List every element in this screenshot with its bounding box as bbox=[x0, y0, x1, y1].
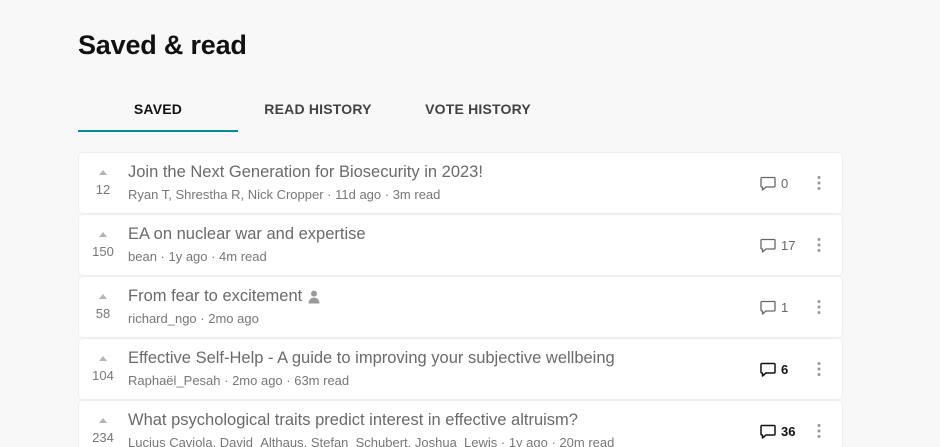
upvote-icon[interactable] bbox=[99, 356, 107, 361]
more-options-button[interactable] bbox=[811, 296, 827, 318]
post-meta: Raphaël_Pesah · 2mo ago · 63m read bbox=[128, 373, 350, 388]
vertical-ellipsis-icon bbox=[817, 176, 821, 190]
upvote-icon[interactable] bbox=[99, 294, 107, 299]
post-meta: Lucius Caviola, David_Althaus, Stefan_Sc… bbox=[128, 435, 615, 447]
post-title-link[interactable]: From fear to excitement bbox=[128, 287, 320, 306]
comments-count-button[interactable]: 36 bbox=[760, 423, 795, 439]
tab-vote-history[interactable]: VOTE HISTORY bbox=[398, 86, 558, 132]
comment-bubble-icon bbox=[760, 424, 776, 439]
vote-widget: 104 bbox=[79, 339, 127, 399]
vote-widget: 12 bbox=[79, 153, 127, 213]
comments-count-button[interactable]: 17 bbox=[760, 237, 795, 253]
post-item: 150 EA on nuclear war and expertise bean… bbox=[79, 215, 842, 275]
person-icon bbox=[308, 290, 320, 304]
post-meta: Ryan T, Shrestha R, Nick Cropper · 11d a… bbox=[128, 187, 441, 202]
post-title-text: From fear to excitement bbox=[128, 287, 303, 305]
karma-score: 12 bbox=[95, 182, 111, 197]
comment-bubble-icon bbox=[760, 300, 776, 315]
post-list: 12 Join the Next Generation for Biosecur… bbox=[79, 153, 842, 447]
vertical-ellipsis-icon bbox=[817, 424, 821, 438]
tab-read-history[interactable]: READ HISTORY bbox=[238, 86, 398, 132]
post-title-link[interactable]: Join the Next Generation for Biosecurity… bbox=[128, 163, 483, 182]
comments-count: 0 bbox=[781, 175, 789, 191]
upvote-icon[interactable] bbox=[99, 232, 107, 237]
comments-count: 17 bbox=[781, 237, 796, 253]
upvote-icon[interactable] bbox=[99, 418, 107, 423]
post-title-link[interactable]: What psychological traits predict intere… bbox=[128, 411, 578, 430]
tab-saved[interactable]: SAVED bbox=[78, 86, 238, 132]
vote-widget: 234 bbox=[79, 401, 127, 447]
post-title-link[interactable]: Effective Self-Help - A guide to improvi… bbox=[128, 349, 615, 368]
comments-count: 36 bbox=[781, 423, 796, 439]
vertical-ellipsis-icon bbox=[817, 362, 821, 376]
post-item: 234 What psychological traits predict in… bbox=[79, 401, 842, 447]
comment-bubble-icon bbox=[760, 176, 776, 191]
comment-bubble-icon bbox=[760, 238, 776, 253]
more-options-button[interactable] bbox=[811, 234, 827, 256]
tab-bar: SAVED READ HISTORY VOTE HISTORY bbox=[78, 86, 558, 132]
comment-bubble-icon bbox=[760, 362, 776, 377]
karma-score: 150 bbox=[92, 244, 114, 259]
karma-score: 234 bbox=[92, 430, 114, 445]
more-options-button[interactable] bbox=[811, 358, 827, 380]
vote-widget: 58 bbox=[79, 277, 127, 337]
comments-count-button[interactable]: 6 bbox=[760, 361, 788, 377]
page-title: Saved & read bbox=[78, 30, 247, 60]
vertical-ellipsis-icon bbox=[817, 238, 821, 252]
vertical-ellipsis-icon bbox=[817, 300, 821, 314]
comments-count: 1 bbox=[781, 299, 789, 315]
comments-count: 6 bbox=[781, 361, 789, 377]
post-meta: richard_ngo · 2mo ago bbox=[128, 311, 259, 326]
comments-count-button[interactable]: 0 bbox=[760, 175, 788, 191]
more-options-button[interactable] bbox=[811, 172, 827, 194]
saved-and-read-page: Saved & read SAVED READ HISTORY VOTE HIS… bbox=[0, 0, 940, 447]
karma-score: 58 bbox=[95, 306, 111, 321]
post-item: 58 From fear to excitement richard_ngo ·… bbox=[79, 277, 842, 337]
more-options-button[interactable] bbox=[811, 420, 827, 442]
karma-score: 104 bbox=[92, 368, 114, 383]
comments-count-button[interactable]: 1 bbox=[760, 299, 788, 315]
post-item: 104 Effective Self-Help - A guide to imp… bbox=[79, 339, 842, 399]
upvote-icon[interactable] bbox=[99, 170, 107, 175]
post-item: 12 Join the Next Generation for Biosecur… bbox=[79, 153, 842, 213]
post-title-link[interactable]: EA on nuclear war and expertise bbox=[128, 225, 366, 244]
vote-widget: 150 bbox=[79, 215, 127, 275]
post-meta: bean · 1y ago · 4m read bbox=[128, 249, 267, 264]
